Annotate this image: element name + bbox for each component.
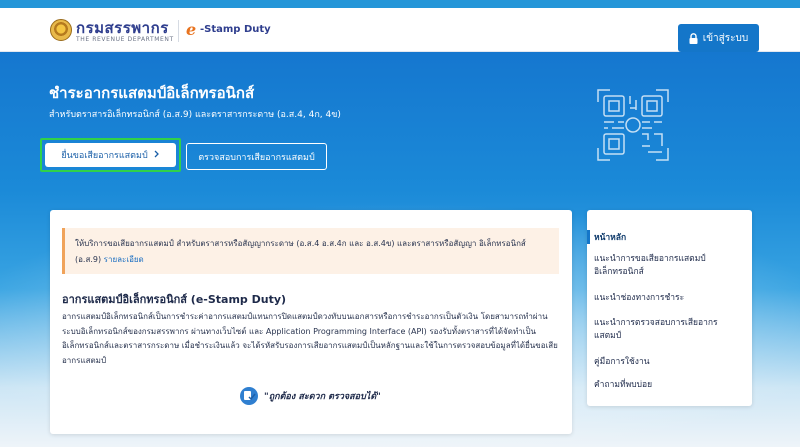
qr-code-icon xyxy=(597,89,669,161)
submit-stamp-duty-label: ยื่นขอเสียอากรแสตมป์ xyxy=(61,151,148,161)
login-button[interactable]: เข้าสู่ระบบ xyxy=(678,24,759,52)
logo-divider xyxy=(178,20,179,42)
section-body: อากรแสตมป์อิเล็กทรอนิกส์เป็นการชำระค่าอา… xyxy=(62,312,558,365)
service-notice: ให้บริการขอเสียอากรแสตมป์ สำหรับตราสารหร… xyxy=(62,228,559,274)
sidebar-menu: หน้าหลัก แนะนำการขอเสียอากรแสตมป์อิเล็กท… xyxy=(587,210,752,406)
page-subtitle: สำหรับตราสารอิเล็กทรอนิกส์ (อ.ส.9) และตร… xyxy=(49,110,341,120)
sidebar-item-faq[interactable]: คำถามที่พบบ่อย xyxy=(594,379,744,392)
estamp-logo-text: -Stamp Duty xyxy=(200,24,271,35)
slogan-text: "ถูกต้อง สะดวก ตรวจสอบได้" xyxy=(264,392,381,402)
notice-details-link[interactable]: รายละเอียด xyxy=(104,255,144,264)
slogan: "ถูกต้อง สะดวก ตรวจสอบได้" xyxy=(240,387,381,405)
submit-stamp-duty-button[interactable]: ยื่นขอเสียอากรแสตมป์ xyxy=(45,143,176,167)
site-header: กรมสรรพากร THE REVENUE DEPARTMENT e -Sta… xyxy=(0,8,800,52)
sidebar-active-indicator xyxy=(587,230,590,244)
revenue-department-seal-icon[interactable] xyxy=(50,19,72,41)
sidebar-item-home[interactable]: หน้าหลัก xyxy=(594,232,744,245)
submit-stamp-duty-highlight: ยื่นขอเสียอากรแสตมป์ xyxy=(40,138,181,172)
sidebar-item-submit-guide[interactable]: แนะนำการขอเสียอากรแสตมป์อิเล็กทรอนิกส์ xyxy=(594,253,744,279)
page-title: ชำระอากรแสตมป์อิเล็กทรอนิกส์ xyxy=(49,84,255,102)
sidebar-item-check-guide[interactable]: แนะนำการตรวจสอบการเสียอากรแสตมป์ xyxy=(594,317,744,343)
estamp-logo-mark: e xyxy=(186,20,197,39)
login-button-label: เข้าสู่ระบบ xyxy=(702,32,749,44)
main-content-card: ให้บริการขอเสียอากรแสตมป์ สำหรับตราสารหร… xyxy=(50,210,572,434)
check-stamp-icon xyxy=(240,387,258,405)
section-title: อากรแสตมป์อิเล็กทรอนิกส์ (e-Stamp Duty) xyxy=(62,293,287,306)
check-stamp-duty-button[interactable]: ตรวจสอบการเสียอากรแสตมป์ xyxy=(186,143,327,170)
sidebar-item-user-manual[interactable]: คู่มือการใช้งาน xyxy=(594,356,744,369)
logo-subtitle: THE REVENUE DEPARTMENT xyxy=(76,36,174,43)
chevron-right-icon xyxy=(154,150,160,161)
sidebar-item-payment-channels[interactable]: แนะนำช่องทางการชำระ xyxy=(594,292,744,305)
lock-icon xyxy=(689,32,698,44)
top-accent-bar xyxy=(0,0,800,8)
check-stamp-duty-label: ตรวจสอบการเสียอากรแสตมป์ xyxy=(198,152,315,163)
